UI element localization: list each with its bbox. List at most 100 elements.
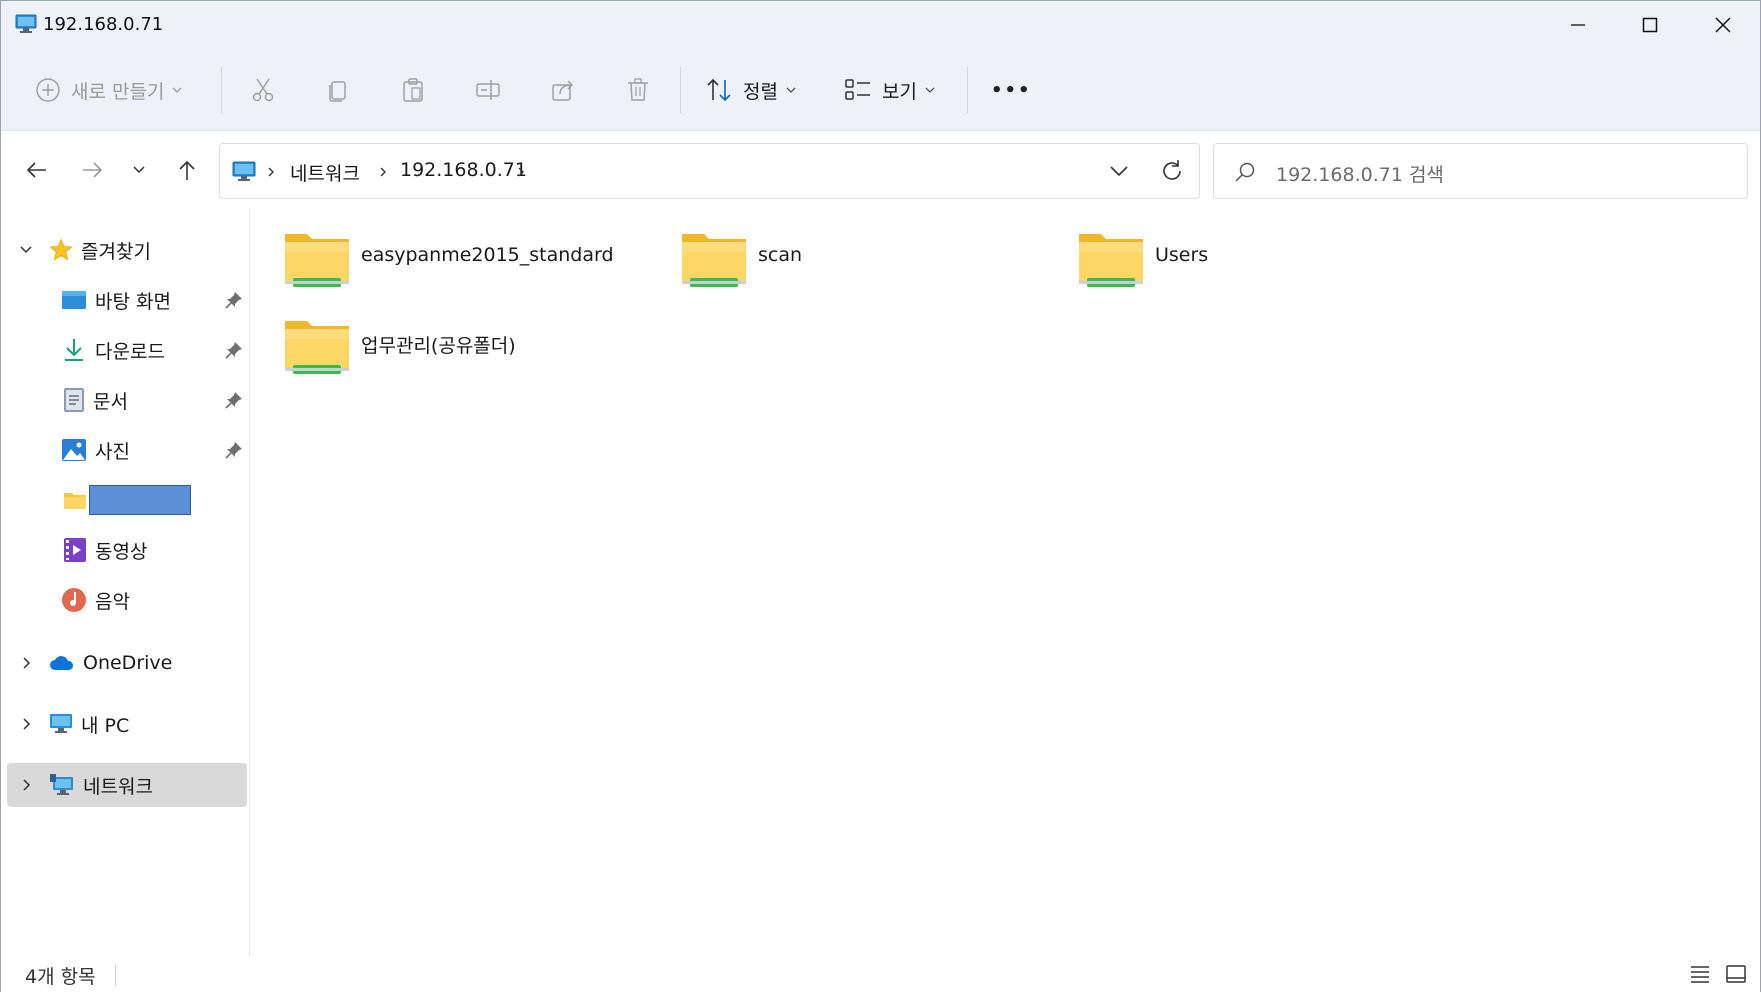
search-icon — [1235, 162, 1255, 182]
up-button[interactable] — [167, 150, 207, 190]
folder-name: scan — [758, 244, 803, 266]
sidebar-item-label: 다운로드 — [95, 340, 165, 363]
command-bar: 새로 만들기 정렬 보기 ••• — [1, 49, 1760, 131]
shared-folder-icon — [1079, 234, 1143, 287]
delete-button[interactable] — [625, 65, 651, 115]
forward-button[interactable] — [72, 150, 112, 190]
close-button[interactable] — [1687, 1, 1759, 49]
pin-icon[interactable] — [225, 441, 243, 459]
cut-button[interactable] — [250, 65, 276, 115]
network-icon — [50, 774, 73, 795]
sidebar-favorites[interactable]: 즐겨찾기 — [7, 228, 247, 272]
breadcrumb-separator-icon — [268, 167, 274, 177]
file-explorer-window: 192.168.0.71 새로 만들기 정렬 보기 ••• 네트워크 192.1… — [0, 0, 1761, 993]
toolbar-separator — [221, 67, 222, 113]
redacted-label — [89, 485, 191, 515]
folder-item[interactable]: Users — [1077, 228, 1457, 308]
chevron-down-icon[interactable] — [1109, 164, 1129, 178]
toolbar-separator — [680, 67, 681, 113]
toolbar-separator — [967, 67, 968, 113]
sidebar-item-downloads[interactable]: 다운로드 — [7, 328, 247, 372]
folder-item[interactable]: easypanme2015_standard — [283, 228, 663, 308]
window-title: 192.168.0.71 — [43, 14, 164, 35]
folder-name: Users — [1155, 244, 1209, 266]
sidebar-item-documents[interactable]: 문서 — [7, 378, 247, 422]
search-placeholder: 192.168.0.71 검색 — [1276, 164, 1444, 186]
sort-button[interactable]: 정렬 — [705, 65, 796, 115]
chevron-down-icon — [786, 87, 796, 93]
minimize-icon — [1571, 24, 1585, 26]
folder-name: easypanme2015_standard — [361, 244, 614, 266]
folder-item[interactable]: scan — [680, 228, 1060, 308]
sidebar-item-desktop[interactable]: 바탕 화면 — [7, 278, 247, 322]
back-button[interactable] — [17, 150, 57, 190]
pictures-icon — [62, 439, 86, 461]
document-icon — [64, 388, 84, 412]
rename-icon — [476, 80, 500, 100]
sidebar-item-onedrive[interactable]: OneDrive — [7, 641, 247, 685]
chevron-down-icon — [925, 87, 935, 93]
sidebar-item-label: 내 PC — [81, 714, 130, 737]
copy-icon — [329, 81, 346, 102]
sidebar-item-redacted-folder[interactable] — [7, 478, 247, 522]
chevron-down-icon — [20, 246, 32, 254]
details-view-icon[interactable] — [1689, 964, 1711, 984]
plus-circle-icon — [36, 78, 60, 102]
sidebar-item-label: 사진 — [95, 440, 130, 463]
search-box[interactable]: 192.168.0.71 검색 — [1213, 143, 1748, 199]
sidebar-item-videos[interactable]: 동영상 — [7, 528, 247, 572]
clipboard-icon — [403, 78, 423, 102]
paste-button[interactable] — [400, 65, 426, 115]
refresh-icon[interactable] — [1160, 159, 1184, 183]
chevron-right-icon — [23, 657, 31, 669]
view-button[interactable]: 보기 — [844, 65, 935, 115]
breadcrumb-separator-icon — [518, 167, 524, 177]
pane-divider[interactable] — [249, 208, 250, 956]
folder-item[interactable]: 업무관리(공유폴더) — [283, 315, 663, 395]
navigation-row: 네트워크 192.168.0.71 192.168.0.71 검색 — [1, 132, 1760, 208]
video-icon — [64, 538, 86, 562]
address-bar[interactable]: 네트워크 192.168.0.71 — [219, 143, 1200, 199]
more-icon: ••• — [991, 79, 1032, 101]
network-computer-icon — [15, 14, 37, 33]
cloud-icon — [50, 656, 74, 670]
rename-button[interactable] — [475, 65, 501, 115]
shared-folder-icon — [682, 234, 746, 287]
item-count: 4개 항목 — [25, 966, 96, 988]
sidebar-item-network[interactable]: 네트워크 — [7, 763, 247, 807]
computer-icon — [50, 714, 72, 733]
status-bar: 4개 항목 — [1, 956, 1760, 993]
sidebar-item-pictures[interactable]: 사진 — [7, 428, 247, 472]
breadcrumb-separator-icon — [380, 167, 386, 177]
new-button[interactable]: 새로 만들기 — [35, 65, 182, 115]
sidebar-item-label: 동영상 — [95, 540, 148, 563]
pin-icon[interactable] — [225, 341, 243, 359]
sidebar-item-label: OneDrive — [83, 652, 173, 674]
shared-folder-icon — [285, 321, 349, 374]
minimize-button[interactable] — [1542, 1, 1614, 49]
trash-icon — [628, 78, 648, 101]
breadcrumb-network[interactable]: 네트워크 — [290, 159, 360, 186]
navigation-pane: 즐겨찾기 바탕 화면 다운로드 문서 사진 동영상 음악 OneDrive 내 … — [1, 208, 249, 956]
sidebar-item-label: 음악 — [95, 590, 130, 613]
sort-button-label: 정렬 — [743, 80, 778, 103]
sidebar-item-label: 바탕 화면 — [95, 290, 171, 313]
view-icon — [845, 79, 870, 100]
pin-icon[interactable] — [225, 291, 243, 309]
sidebar-item-this-pc[interactable]: 내 PC — [7, 702, 247, 746]
pin-icon[interactable] — [225, 391, 243, 409]
network-computer-icon — [232, 161, 256, 181]
copy-button[interactable] — [325, 65, 351, 115]
arrow-right-icon — [83, 162, 103, 178]
folder-icon — [64, 493, 86, 509]
share-button[interactable] — [550, 65, 576, 115]
sidebar-item-label: 문서 — [93, 390, 128, 413]
maximize-icon — [1642, 17, 1658, 33]
sort-icon — [707, 78, 731, 102]
large-icons-view-icon[interactable] — [1725, 964, 1747, 984]
breadcrumb-host[interactable]: 192.168.0.71 — [400, 159, 527, 181]
sidebar-item-music[interactable]: 음악 — [7, 578, 247, 622]
more-options-button[interactable]: ••• — [991, 65, 1032, 115]
recent-locations-button[interactable] — [119, 150, 159, 190]
maximize-button[interactable] — [1614, 1, 1686, 49]
